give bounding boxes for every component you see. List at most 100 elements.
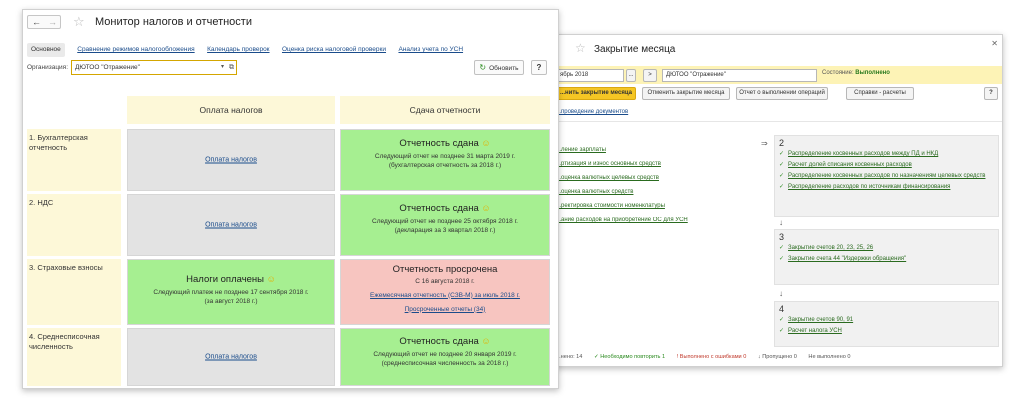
stage-item: ✓ Закрытие счета 44 "Издержки обращения" xyxy=(779,256,994,263)
organization-field[interactable]: ДЮТОО "Отражение" xyxy=(662,69,817,82)
row-label: 1. Бухгалтерская отчетность xyxy=(27,129,121,191)
status-done: ...нено: 14 xyxy=(556,354,583,360)
tax-payment-link[interactable]: Оплата налогов xyxy=(128,222,334,229)
favorite-star-icon[interactable]: ☆ xyxy=(73,14,85,30)
stage-number: 2 xyxy=(779,138,785,148)
stage-item-link[interactable]: Закрытие счетов 20, 23, 25, 26 xyxy=(788,245,873,251)
tab-main[interactable]: Основное xyxy=(27,43,65,57)
check-icon: ✓ xyxy=(779,184,785,190)
help-button[interactable]: ? xyxy=(531,60,547,75)
back-arrow-icon[interactable]: ← xyxy=(32,16,41,28)
next-period-button[interactable]: > xyxy=(643,69,657,82)
tax-payment-link[interactable]: Оплата налогов xyxy=(128,157,334,164)
stage-item-link[interactable]: Расчет долей списания косвенных расходов xyxy=(788,162,912,168)
check-icon: ✓ xyxy=(779,317,785,323)
stage-number: 4 xyxy=(779,304,785,314)
report-status: Отчетность сдана xyxy=(399,138,479,149)
period-select-button[interactable]: ... xyxy=(626,69,636,82)
task-link[interactable]: ...ртизация и износ основных средств xyxy=(556,161,761,175)
row-label: 4. Среднесписочная численность xyxy=(27,328,121,386)
tab-audit-risk[interactable]: Оценка риска налоговой проверки xyxy=(282,43,386,57)
tax-payment-link[interactable]: Оплата налогов xyxy=(128,354,334,361)
open-icon[interactable]: ⧉ xyxy=(229,61,234,74)
state-value: Выполнено xyxy=(855,70,890,76)
report-note: (среднесписочная численность за 2018 г.) xyxy=(381,359,509,367)
month-close-toolbar: ...нить закрытие месяца Отменить закрыти… xyxy=(556,87,1002,103)
check-icon: ✓ xyxy=(779,245,785,251)
favorite-star-icon[interactable]: ☆ xyxy=(575,41,586,55)
stage-item: ✓ Распределение косвенных расходов по наз… xyxy=(779,173,994,180)
period-field[interactable]: ябрь 2018 xyxy=(556,69,624,82)
operations-report-button[interactable]: Отчет о выполнении операций xyxy=(736,87,828,100)
check-icon: ✓ xyxy=(779,151,785,157)
smile-icon: ☺ xyxy=(266,274,276,284)
task-link[interactable]: ...оценка валютных средств xyxy=(556,189,761,203)
tax-cell: Оплата налогов xyxy=(127,129,335,191)
tab-bar: Основное Сравнение режимов налогообложен… xyxy=(27,38,471,57)
tab-inspection-calendar[interactable]: Календарь проверок xyxy=(207,43,269,57)
run-month-close-button[interactable]: ...нить закрытие месяца xyxy=(556,87,636,100)
status-repeat: ✓ Необходимо повторить 1 xyxy=(593,354,666,360)
document-reposting-link[interactable]: ...проведение документов xyxy=(556,109,628,115)
forward-arrow-icon[interactable]: → xyxy=(48,16,57,28)
stage-item-link[interactable]: Закрытие счетов 90, 91 xyxy=(788,317,853,323)
overdue-since: С 16 августа 2018 г. xyxy=(415,278,475,285)
organization-select[interactable]: ДЮТОО "Отражение" ▾ ⧉ xyxy=(71,60,237,75)
check-icon: ✓ xyxy=(779,256,785,262)
cancel-month-close-button[interactable]: Отменить закрытие месяца xyxy=(642,87,730,100)
refresh-icon: ↻ xyxy=(479,63,487,72)
stage-item-link[interactable]: Расчет налога УСН xyxy=(788,328,842,334)
report-note: (декларация за 3 квартал 2018 г.) xyxy=(394,226,496,234)
stage-item-link[interactable]: Закрытие счета 44 "Издержки обращения" xyxy=(788,256,906,262)
report-cell: Отчетность сдана ☺ Следующий отчет не по… xyxy=(340,328,550,386)
report-cell: Отчетность просрочена С 16 августа 2018 … xyxy=(340,259,550,325)
month-close-window: ☆ Закрытие месяца ✕ ябрь 2018 ... > ДЮТО… xyxy=(555,34,1003,367)
task-link[interactable]: ...ление зарплаты xyxy=(556,147,761,161)
tax-monitor-window: ← → ☆ Монитор налогов и отчетности Основ… xyxy=(22,9,559,389)
refresh-button[interactable]: ↻ Обновить xyxy=(474,60,524,75)
status-skipped: ↓ Пропущено 0 xyxy=(757,354,797,360)
arrow-down-icon: ↓ xyxy=(779,289,783,298)
task-link[interactable]: ...оценка валютных целевых средств xyxy=(556,175,761,189)
next-report-date: Следующий отчет не позднее 31 марта 2019… xyxy=(374,153,516,160)
stage-item: ✓ Закрытие счетов 90, 91 xyxy=(779,317,994,324)
overdue-report-link[interactable]: Ежемесячная отчетность (СЗВ-М) за июль 2… xyxy=(341,292,549,299)
tax-cell: Оплата налогов xyxy=(127,194,335,256)
help-button[interactable]: ? xyxy=(984,87,998,100)
dropdown-icon[interactable]: ▾ xyxy=(221,61,224,74)
close-icon[interactable]: ✕ xyxy=(991,39,998,48)
smile-icon: ☺ xyxy=(481,203,491,213)
status-errors: ! Выполнено с ошибками 0 xyxy=(676,354,747,360)
organization-label: Организация: xyxy=(27,64,69,71)
task-link[interactable]: ...ание расходов на приобретение ОС для … xyxy=(556,217,761,231)
next-report-date: Следующий отчет не позднее 25 октября 20… xyxy=(372,218,518,225)
status-bar: ...нено: 14 ✓ Необходимо повторить 1 ! В… xyxy=(556,354,860,360)
stage-item: ✓ Расчет налога УСН xyxy=(779,328,994,335)
check-icon: ✓ xyxy=(779,328,785,334)
stage-item-link[interactable]: Распределение косвенных расходов по назн… xyxy=(788,173,985,179)
smile-icon: ☺ xyxy=(481,336,491,346)
column-header-taxes: Оплата налогов xyxy=(127,96,335,124)
divider xyxy=(556,121,1002,122)
tab-tax-regime-comparison[interactable]: Сравнение режимов налогообложения xyxy=(77,43,194,57)
task-link[interactable]: ...ректировка стоимости номенклатуры xyxy=(556,203,761,217)
stage-item-link[interactable]: Распределение расходов по источникам фин… xyxy=(788,184,950,190)
refresh-label: Обновить xyxy=(489,65,519,72)
stage-item: ✓ Распределение расходов по источникам фи… xyxy=(779,184,994,191)
tax-cell: Оплата налогов xyxy=(127,328,335,386)
overdue-reports-list-link[interactable]: Просроченные отчеты (34) xyxy=(341,306,549,313)
period-bar: ябрь 2018 ... > ДЮТОО "Отражение" Состоя… xyxy=(556,66,1002,84)
tax-cell: Налоги оплачены ☺ Следующий платеж не по… xyxy=(127,259,335,325)
stage-item-link[interactable]: Распределение косвенных расходов между П… xyxy=(788,151,938,157)
row-label: 2. НДС xyxy=(27,194,121,256)
report-cell: Отчетность сдана ☺ Следующий отчет не по… xyxy=(340,129,550,191)
check-icon: ✓ xyxy=(779,162,785,168)
stage-item: ✓ Распределение косвенных расходов между … xyxy=(779,151,994,158)
stage-3-panel: 3 ✓ Закрытие счетов 20, 23, 25, 26 ✓ Закры… xyxy=(774,229,999,285)
tab-usn-analysis[interactable]: Анализ учета по УСН xyxy=(398,43,463,57)
next-payment-date: Следующий платеж не позднее 17 сентября … xyxy=(153,289,309,296)
organization-value: ДЮТОО "Отражение" xyxy=(75,64,140,71)
calculation-refs-button[interactable]: Справки - расчеты xyxy=(846,87,914,100)
stage-1-tasks: ...ление зарплаты ...ртизация и износ ос… xyxy=(556,147,761,231)
smile-icon: ☺ xyxy=(481,138,491,148)
